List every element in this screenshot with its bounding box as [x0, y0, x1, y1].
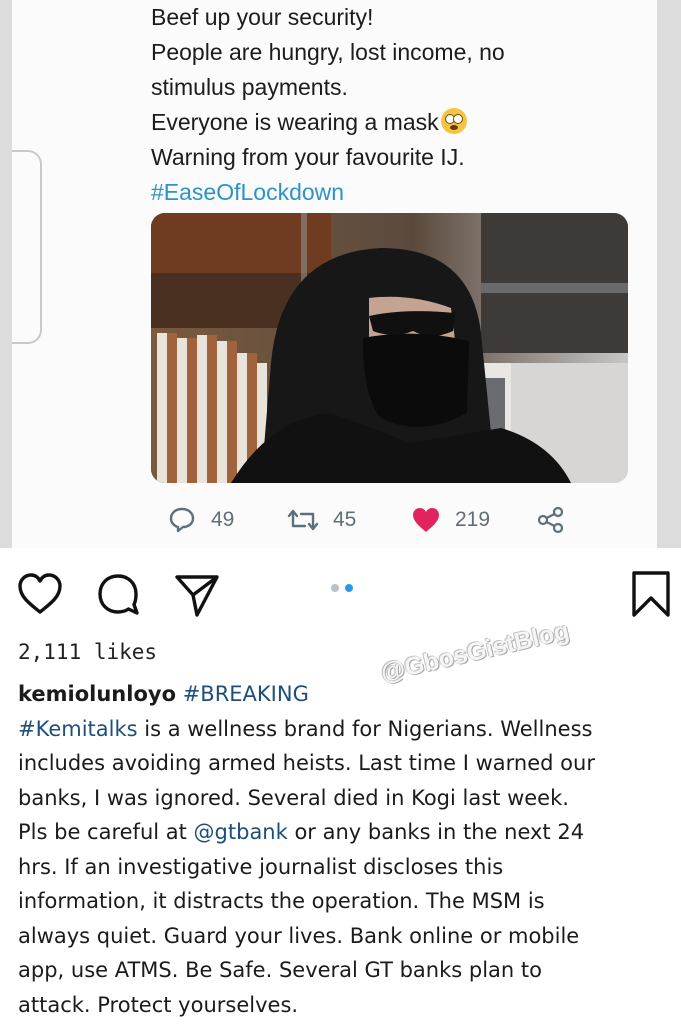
- tweet-action-bar: 49 45 219: [151, 500, 631, 540]
- mention-gtbank-link[interactable]: @gtbank: [194, 820, 288, 844]
- caption-line: Pls be careful at @gtbank or any banks i…: [18, 815, 678, 850]
- caption-line: app, use ATMS. Be Safe. Several GT banks…: [18, 958, 542, 982]
- post-caption: kemiolunloyo #BREAKING #Kemitalks is a w…: [18, 677, 678, 1022]
- bookmark-save-icon[interactable]: [630, 570, 672, 622]
- username-link[interactable]: kemiolunloyo: [18, 682, 176, 706]
- tweet-line: People are hungry, lost income, no: [151, 39, 505, 65]
- flushed-face-emoji-icon: [440, 108, 467, 134]
- caption-text: or any banks in the next 24: [287, 820, 585, 844]
- likes-count[interactable]: 2,111 likes: [18, 640, 157, 664]
- caption-line: hrs. If an investigative journalist disc…: [18, 854, 504, 879]
- retweet-count: 45: [333, 508, 357, 531]
- tweet-line: Everyone is wearing a mask: [151, 105, 651, 140]
- retweet-action[interactable]: 45: [287, 500, 356, 540]
- tweet-line-text: Everyone is wearing a mask: [151, 109, 439, 135]
- share-icon: [536, 505, 566, 535]
- carousel-dot-active: [345, 584, 353, 592]
- caption-line: #Kemitalks is a wellness brand for Niger…: [18, 712, 678, 747]
- like-heart-outline-icon[interactable]: [16, 572, 64, 620]
- masked-person-illustration: [151, 213, 628, 483]
- tweet-line: Beef up your security!: [151, 4, 374, 30]
- caption-line: always quiet. Guard your lives. Bank onl…: [18, 923, 580, 948]
- send-paper-plane-icon[interactable]: [174, 572, 220, 622]
- caption-text: is a wellness brand for Nigerians. Welln…: [137, 716, 593, 741]
- caption-line: includes avoiding armed heists. Last tim…: [18, 751, 595, 775]
- reply-icon: [167, 505, 197, 535]
- caption-header: kemiolunloyo #BREAKING: [18, 677, 678, 712]
- caption-text: Pls be careful at: [18, 820, 194, 844]
- card-edge-decoration: [12, 150, 42, 344]
- tweet-line: stimulus payments.: [151, 74, 348, 100]
- share-action[interactable]: [536, 500, 566, 540]
- carousel-indicator: [331, 584, 353, 592]
- carousel-dot: [331, 584, 339, 592]
- like-action[interactable]: 219: [411, 500, 490, 540]
- post-action-bar: [0, 560, 681, 624]
- tweet-text: Beef up your security! People are hungry…: [151, 0, 651, 210]
- hashtag-kemitalks-link[interactable]: #Kemitalks: [18, 717, 138, 741]
- reply-action[interactable]: 49: [167, 500, 234, 540]
- tweet-line: Warning from your favourite IJ.: [151, 144, 465, 170]
- caption-line: attack. Protect yourselves.: [18, 992, 299, 1017]
- tweet-hashtag-link[interactable]: #EaseOfLockdown: [151, 175, 651, 210]
- hashtag-breaking-link[interactable]: #BREAKING: [183, 682, 309, 706]
- retweet-icon: [287, 505, 319, 535]
- caption-viewport: kemiolunloyo #BREAKING #Kemitalks is a w…: [0, 677, 681, 1024]
- shared-tweet-image[interactable]: Beef up your security! People are hungry…: [0, 0, 681, 548]
- like-count: 219: [455, 508, 491, 531]
- caption-line: banks, I was ignored. Several died in Ko…: [18, 785, 569, 810]
- reply-count: 49: [211, 508, 235, 531]
- masked-person-photo[interactable]: [151, 213, 628, 483]
- comment-icon[interactable]: [96, 572, 142, 622]
- heart-filled-icon: [411, 506, 441, 534]
- caption-line: information, it distracts the operation.…: [18, 889, 545, 913]
